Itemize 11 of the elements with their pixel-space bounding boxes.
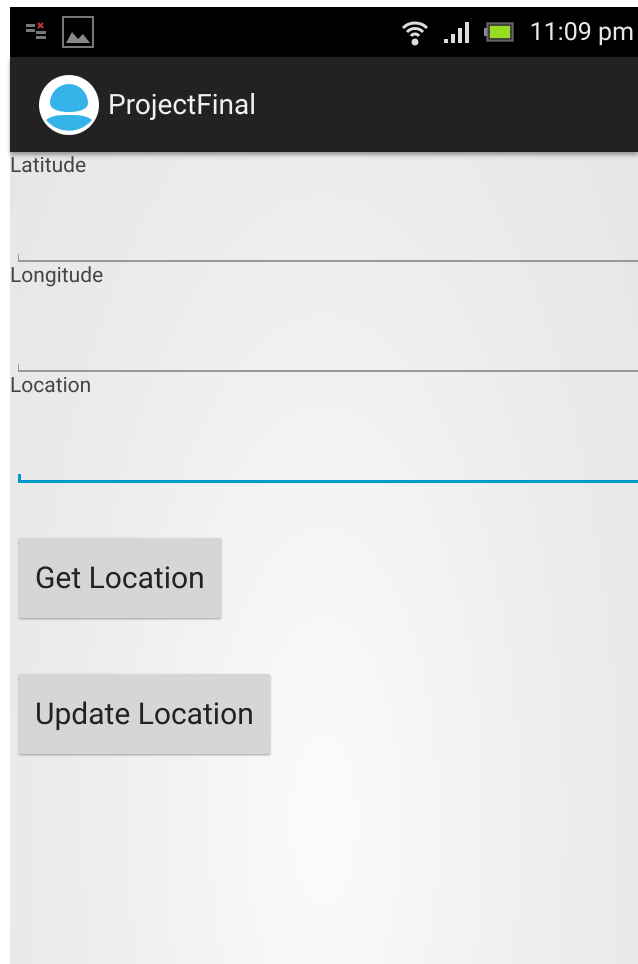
action-button[interactable]: Get Location [19, 538, 221, 618]
clock-time: 11:09 pm [530, 18, 634, 46]
action-button[interactable]: Update Location [19, 674, 270, 754]
app-title: ProjectFinal [108, 88, 256, 121]
app-icon [38, 74, 100, 136]
field-label: Longitude [10, 264, 104, 288]
field-label: Location [10, 374, 92, 398]
signal-icon [442, 19, 472, 45]
image-icon [62, 16, 94, 48]
field-label: Latitude [10, 154, 88, 178]
battery-icon [484, 22, 514, 42]
